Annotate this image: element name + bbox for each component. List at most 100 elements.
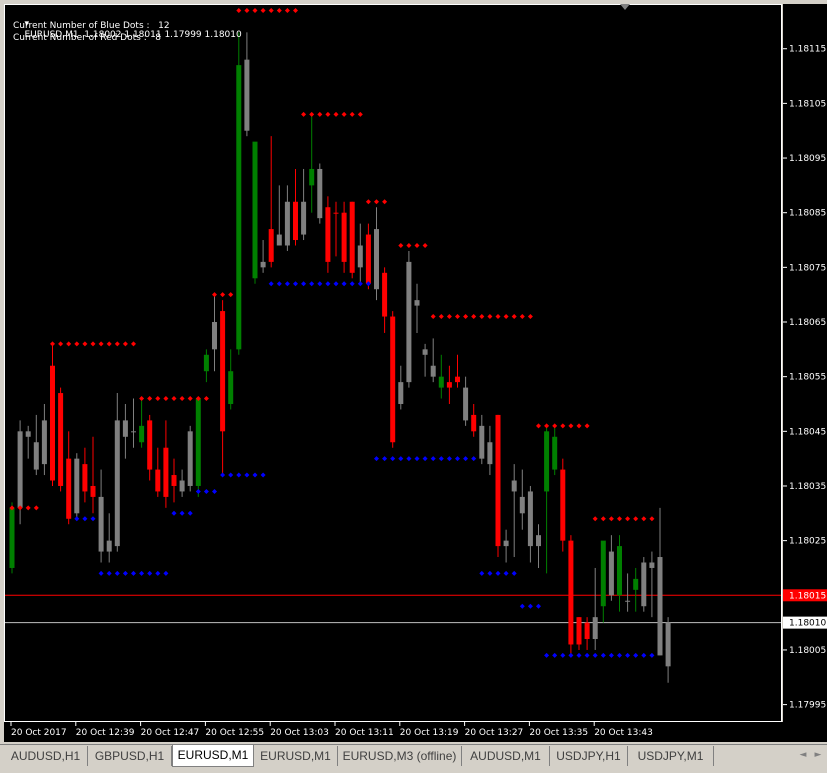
candle-body [114,420,120,547]
candle-body [438,376,444,388]
candle-body [106,540,112,552]
candle [268,136,274,268]
candle-body [203,354,209,372]
candle [66,431,72,525]
candle-body [163,447,169,497]
red-dot [220,292,226,298]
red-dot [98,341,104,347]
chart-tab-5[interactable]: EURUSD,M3 (offline) [338,746,462,766]
time-scale[interactable]: 20 Oct 2017 20 Oct 12:39 20 Oct 12:47 20 Oc… [4,722,827,742]
chart-tabs-bar: AUDUSD,H1 GBPUSD,H1 EURUSD,M1 EURUSD,M1 EURU… [0,744,827,773]
candle [131,398,136,448]
candle [665,617,671,683]
blue-dot [430,456,436,462]
candle [633,567,639,612]
price-tick-label: 1.18065 [789,318,826,328]
candle-body [25,431,31,437]
time-scale-svg: 20 Oct 2017 20 Oct 12:39 20 Oct 12:47 20 Oc… [10,722,653,738]
candle-body [463,387,469,421]
red-dot [284,7,290,13]
red-dot [584,423,590,429]
red-dot [106,341,112,347]
candle-body [382,272,388,317]
red-dot [495,314,501,320]
red-dot [203,396,209,402]
candle-body [479,425,485,459]
blue-dot [471,456,477,462]
red-dot [25,505,31,511]
tabs-scroll-right-icon[interactable]: ► [811,747,825,763]
tabs-scroll-left-icon[interactable]: ◄ [796,747,810,763]
candle-body [536,535,541,547]
chart-area[interactable]: ▾ EURUSD,M1 1.18002 1.18011 1.17999 1.18… [4,4,782,722]
red-dot [641,516,647,522]
candle [584,617,590,650]
candle [519,469,525,530]
candle [284,185,290,251]
candle-body [600,540,606,607]
price-tick-label: 1.18095 [789,154,826,164]
candle [544,425,550,574]
blue-dot [414,456,420,462]
chart-tab-4[interactable]: EURUSD,M1 [254,746,338,766]
candle-body [608,551,614,596]
candle-body [446,382,452,388]
blue-dot [487,570,493,576]
candle [9,502,15,574]
chart-tab-7[interactable]: USDJPY,H1 [550,746,628,766]
candle [422,343,428,377]
candle [511,464,517,558]
blue-dot [122,570,128,576]
candle-body [455,376,460,383]
blue-dot [617,652,622,658]
chart-tab-3[interactable]: EURUSD,M1 [172,745,254,767]
blue-dot [398,456,404,462]
candle [228,349,234,410]
candle [438,354,444,399]
red-dot [82,341,88,347]
red-dot [349,111,355,117]
red-dot [139,396,145,402]
ask-price-label: 1.18010 [789,619,826,629]
red-dot [317,111,323,117]
candle-body [171,475,177,486]
blue-dot [544,652,550,658]
candle-body [17,431,23,508]
chart-tab-6[interactable]: AUDUSD,M1 [462,746,550,766]
candle [463,376,469,426]
bid-price-label: 1.18015 [789,591,826,601]
blue-dot [171,510,177,516]
red-dot [179,396,185,402]
price-tick-label: 1.18045 [789,427,826,437]
price-scale[interactable]: 1.181251.181151.181051.180951.180851.180… [783,4,827,722]
candle [349,201,355,279]
chart-tab-2[interactable]: GBPUSD,H1 [88,746,172,766]
blue-dot [244,472,250,478]
chart-tab-1[interactable]: AUDUSD,H1 [4,746,88,766]
chart-tab-8[interactable]: USDJPY,M1 [628,746,714,766]
candle [382,267,388,333]
chart-shift-marker-icon[interactable] [620,4,630,10]
red-dot [268,7,274,13]
candle-body [187,431,193,486]
candle [293,168,298,246]
price-tick-label: 1.18085 [789,209,826,219]
candle [406,250,412,388]
candle [122,403,128,459]
red-dot [33,505,39,511]
red-dot [544,423,550,429]
candle [333,201,339,257]
candle-body [414,300,420,306]
blue-dot [187,510,193,516]
candle [455,354,460,388]
candle-body [665,622,671,667]
candle [592,567,598,650]
candle [576,617,582,650]
candle-body [228,371,234,404]
price-tick-label: 1.18105 [789,99,826,109]
blue-dot [479,570,485,576]
candle-body [390,316,396,443]
price-tick-label: 1.18005 [789,646,826,656]
candle [374,207,379,301]
candle-body [341,212,347,262]
